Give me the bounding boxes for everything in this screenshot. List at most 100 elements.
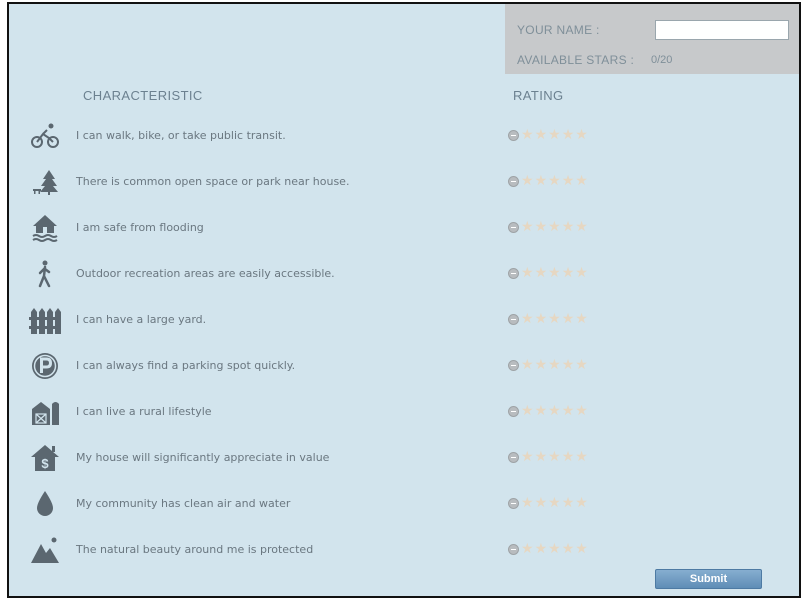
star-icon[interactable]: ★ — [521, 496, 534, 510]
star-icon[interactable]: ★ — [535, 220, 548, 234]
characteristic-text: I am safe from flooding — [76, 221, 204, 234]
characteristic-row-open-space: There is common open space or park near … — [9, 166, 789, 206]
star-icon[interactable]: ★ — [535, 266, 548, 280]
star-icon[interactable]: ★ — [548, 312, 561, 326]
star-icon[interactable]: ★ — [548, 174, 561, 188]
star-icon[interactable]: ★ — [548, 496, 561, 510]
star-icon[interactable]: ★ — [548, 450, 561, 464]
user-info-panel: YOUR NAME : AVAILABLE STARS : 0/20 — [505, 4, 799, 74]
characteristic-row-rural: I can live a rural lifestyle ★ ★ ★ ★ ★ — [9, 396, 789, 436]
star-icon[interactable]: ★ — [548, 358, 561, 372]
star-icon[interactable]: ★ — [521, 450, 534, 464]
star-icon[interactable]: ★ — [575, 128, 588, 142]
mountain-icon — [29, 534, 61, 566]
house-dollar-icon: $ — [29, 442, 61, 474]
star-rating: ★ ★ ★ ★ ★ — [508, 174, 589, 188]
clear-rating-button[interactable] — [508, 267, 519, 279]
star-icon[interactable]: ★ — [548, 128, 561, 142]
star-icon[interactable]: ★ — [575, 404, 588, 418]
star-icon[interactable]: ★ — [535, 542, 548, 556]
star-icon[interactable]: ★ — [562, 496, 575, 510]
clear-rating-button[interactable] — [508, 451, 519, 463]
fence-icon — [29, 304, 61, 336]
clear-rating-button[interactable] — [508, 129, 519, 141]
characteristic-row-transit: I can walk, bike, or take public transit… — [9, 120, 789, 160]
characteristic-row-appreciation: $ My house will significantly appreciate… — [9, 442, 789, 482]
rating-header: RATING — [513, 88, 564, 103]
characteristic-text: I can walk, bike, or take public transit… — [76, 129, 286, 142]
characteristic-text: I can have a large yard. — [76, 313, 207, 326]
star-icon[interactable]: ★ — [562, 220, 575, 234]
star-icon[interactable]: ★ — [548, 266, 561, 280]
star-icon[interactable]: ★ — [535, 450, 548, 464]
star-icon[interactable]: ★ — [548, 220, 561, 234]
characteristic-text: There is common open space or park near … — [76, 175, 350, 188]
bicycle-icon — [29, 120, 61, 152]
available-stars-count: 0/20 — [651, 54, 673, 66]
star-icon[interactable]: ★ — [575, 266, 588, 280]
clear-rating-button[interactable] — [508, 175, 519, 187]
star-rating: ★ ★ ★ ★ ★ — [508, 358, 589, 372]
star-icon[interactable]: ★ — [521, 266, 534, 280]
characteristic-text: The natural beauty around me is protecte… — [76, 543, 314, 556]
characteristic-row-parking: I can always find a parking spot quickly… — [9, 350, 789, 390]
characteristic-text: Outdoor recreation areas are easily acce… — [76, 267, 335, 280]
star-rating: ★ ★ ★ ★ ★ — [508, 220, 589, 234]
star-icon[interactable]: ★ — [535, 174, 548, 188]
parking-icon — [29, 350, 61, 382]
clear-rating-button[interactable] — [508, 221, 519, 233]
water-drop-icon — [29, 488, 61, 520]
star-icon[interactable]: ★ — [535, 496, 548, 510]
star-icon[interactable]: ★ — [548, 542, 561, 556]
star-icon[interactable]: ★ — [521, 220, 534, 234]
submit-button[interactable]: Submit — [655, 569, 762, 589]
rating-form: YOUR NAME : AVAILABLE STARS : 0/20 CHARA… — [7, 2, 801, 598]
barn-icon — [29, 396, 61, 428]
star-icon[interactable]: ★ — [562, 404, 575, 418]
star-icon[interactable]: ★ — [575, 312, 588, 326]
star-icon[interactable]: ★ — [562, 128, 575, 142]
star-icon[interactable]: ★ — [521, 404, 534, 418]
star-rating: ★ ★ ★ ★ ★ — [508, 542, 589, 556]
star-rating: ★ ★ ★ ★ ★ — [508, 266, 589, 280]
characteristic-row-flooding: I am safe from flooding ★ ★ ★ ★ ★ — [9, 212, 789, 252]
clear-rating-button[interactable] — [508, 313, 519, 325]
star-icon[interactable]: ★ — [575, 450, 588, 464]
star-icon[interactable]: ★ — [562, 312, 575, 326]
characteristic-header: CHARACTERISTIC — [83, 88, 203, 103]
characteristic-text: My house will significantly appreciate i… — [76, 451, 330, 464]
star-icon[interactable]: ★ — [575, 542, 588, 556]
star-icon[interactable]: ★ — [521, 358, 534, 372]
star-icon[interactable]: ★ — [521, 174, 534, 188]
star-icon[interactable]: ★ — [562, 266, 575, 280]
star-icon[interactable]: ★ — [562, 542, 575, 556]
clear-rating-button[interactable] — [508, 405, 519, 417]
clear-rating-button[interactable] — [508, 497, 519, 509]
star-icon[interactable]: ★ — [562, 358, 575, 372]
characteristic-row-natural-beauty: The natural beauty around me is protecte… — [9, 534, 789, 574]
clear-rating-button[interactable] — [508, 543, 519, 555]
star-icon[interactable]: ★ — [521, 542, 534, 556]
star-icon[interactable]: ★ — [575, 496, 588, 510]
star-icon[interactable]: ★ — [562, 174, 575, 188]
star-icon[interactable]: ★ — [535, 358, 548, 372]
clear-rating-button[interactable] — [508, 359, 519, 371]
characteristic-text: I can always find a parking spot quickly… — [76, 359, 296, 372]
star-icon[interactable]: ★ — [521, 128, 534, 142]
name-input[interactable] — [655, 20, 789, 40]
available-stars-label: AVAILABLE STARS : — [517, 53, 635, 67]
star-icon[interactable]: ★ — [535, 404, 548, 418]
star-icon[interactable]: ★ — [521, 312, 534, 326]
hiker-icon — [29, 258, 61, 290]
characteristic-text: My community has clean air and water — [76, 497, 291, 510]
star-icon[interactable]: ★ — [535, 128, 548, 142]
star-rating: ★ ★ ★ ★ ★ — [508, 312, 589, 326]
star-icon[interactable]: ★ — [548, 404, 561, 418]
star-icon[interactable]: ★ — [535, 312, 548, 326]
name-label: YOUR NAME : — [517, 23, 600, 37]
star-icon[interactable]: ★ — [562, 450, 575, 464]
svg-text:$: $ — [41, 456, 49, 471]
star-icon[interactable]: ★ — [575, 220, 588, 234]
star-icon[interactable]: ★ — [575, 358, 588, 372]
star-icon[interactable]: ★ — [575, 174, 588, 188]
